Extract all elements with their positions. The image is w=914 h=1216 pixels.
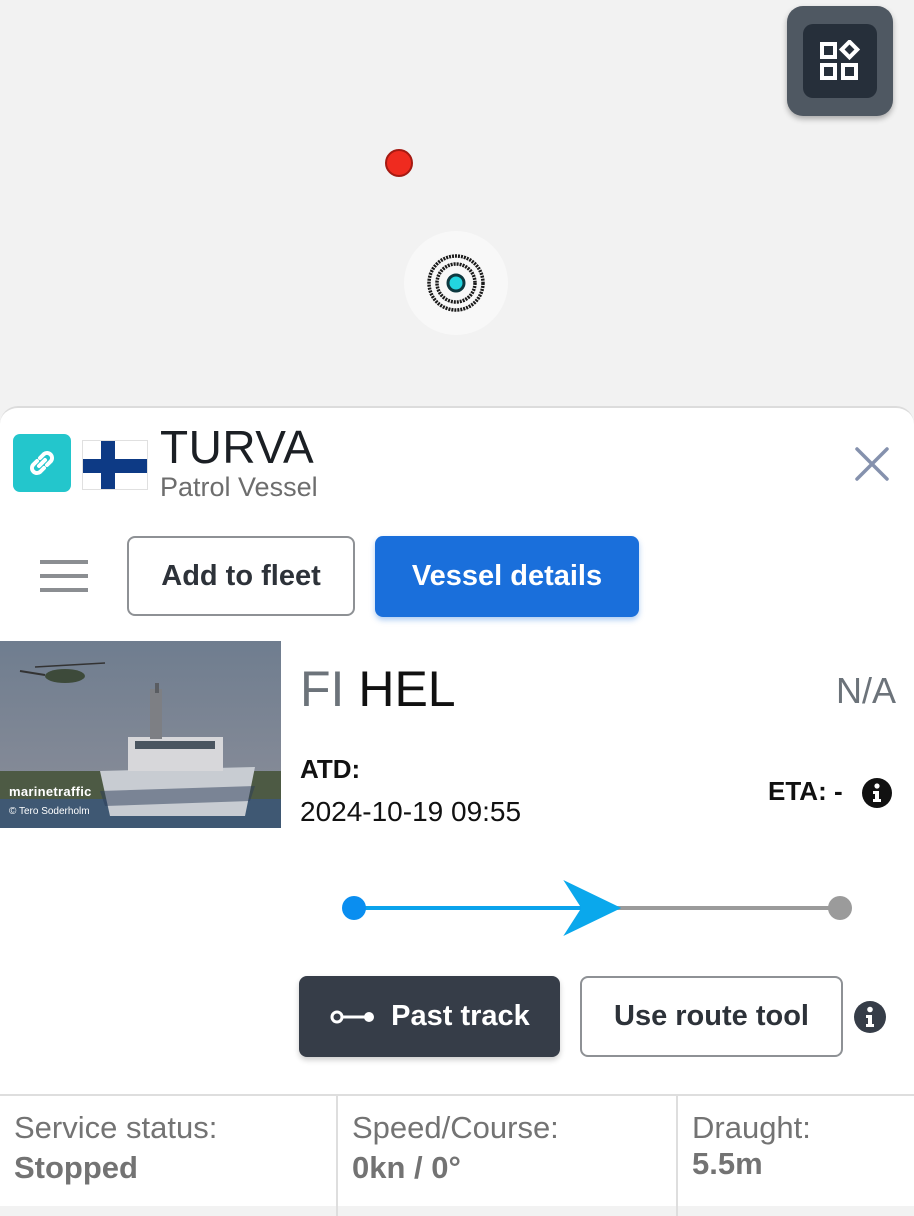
stat-speed-course: Speed/Course: 0kn / 0° [338,1096,678,1216]
vessel-photo-image [0,641,281,828]
departure-port: FI HEL [300,660,456,718]
vessel-photo[interactable]: marinetraffic © Tero Soderholm [0,641,281,828]
vessel-details-button[interactable]: Vessel details [375,536,639,617]
vessel-name: TURVA [160,421,315,473]
voyage-progress [342,880,852,936]
vessel-link-button[interactable] [13,434,71,492]
finland-flag-icon [82,440,148,490]
use-route-tool-button[interactable]: Use route tool [580,976,843,1057]
departure-port-code: HEL [358,661,456,717]
atd-label: ATD: [300,754,361,784]
destination-port: N/A [835,670,896,711]
info-icon[interactable] [853,1000,887,1034]
stat-draught: Draught: 5.5m [692,1110,811,1181]
close-icon [855,447,889,481]
vessel-info-panel: TURVA Patrol Vessel Add to fleet Vessel … [0,406,914,1216]
atd-value: 2024-10-19 09:55 [300,796,522,827]
stat-service-status: Service status: Stopped [0,1096,338,1216]
vessel-marker[interactable] [385,149,413,177]
link-icon [30,451,54,475]
layers-grid-icon [820,40,861,80]
eta-label: ETA: - [768,776,843,806]
route-start-dot [342,896,366,920]
vessel-stats: Service status: Stopped Speed/Course: 0k… [0,1094,914,1216]
close-button[interactable] [850,442,894,486]
map-view[interactable] [0,0,914,420]
photo-credit: © Tero Soderholm [9,806,90,817]
photo-watermark: marinetraffic [9,784,92,799]
route-end-dot [828,896,852,920]
hamburger-menu-icon[interactable] [40,560,88,594]
add-to-fleet-button[interactable]: Add to fleet [127,536,355,616]
info-icon[interactable] [861,777,893,809]
track-icon [330,1010,375,1023]
departure-country-code: FI [300,661,345,717]
past-track-label: Past track [391,1000,530,1032]
map-layers-button[interactable] [787,6,893,116]
target-location-icon[interactable] [426,253,486,313]
vessel-type: Patrol Vessel [160,472,318,502]
past-track-button[interactable]: Past track [299,976,560,1057]
